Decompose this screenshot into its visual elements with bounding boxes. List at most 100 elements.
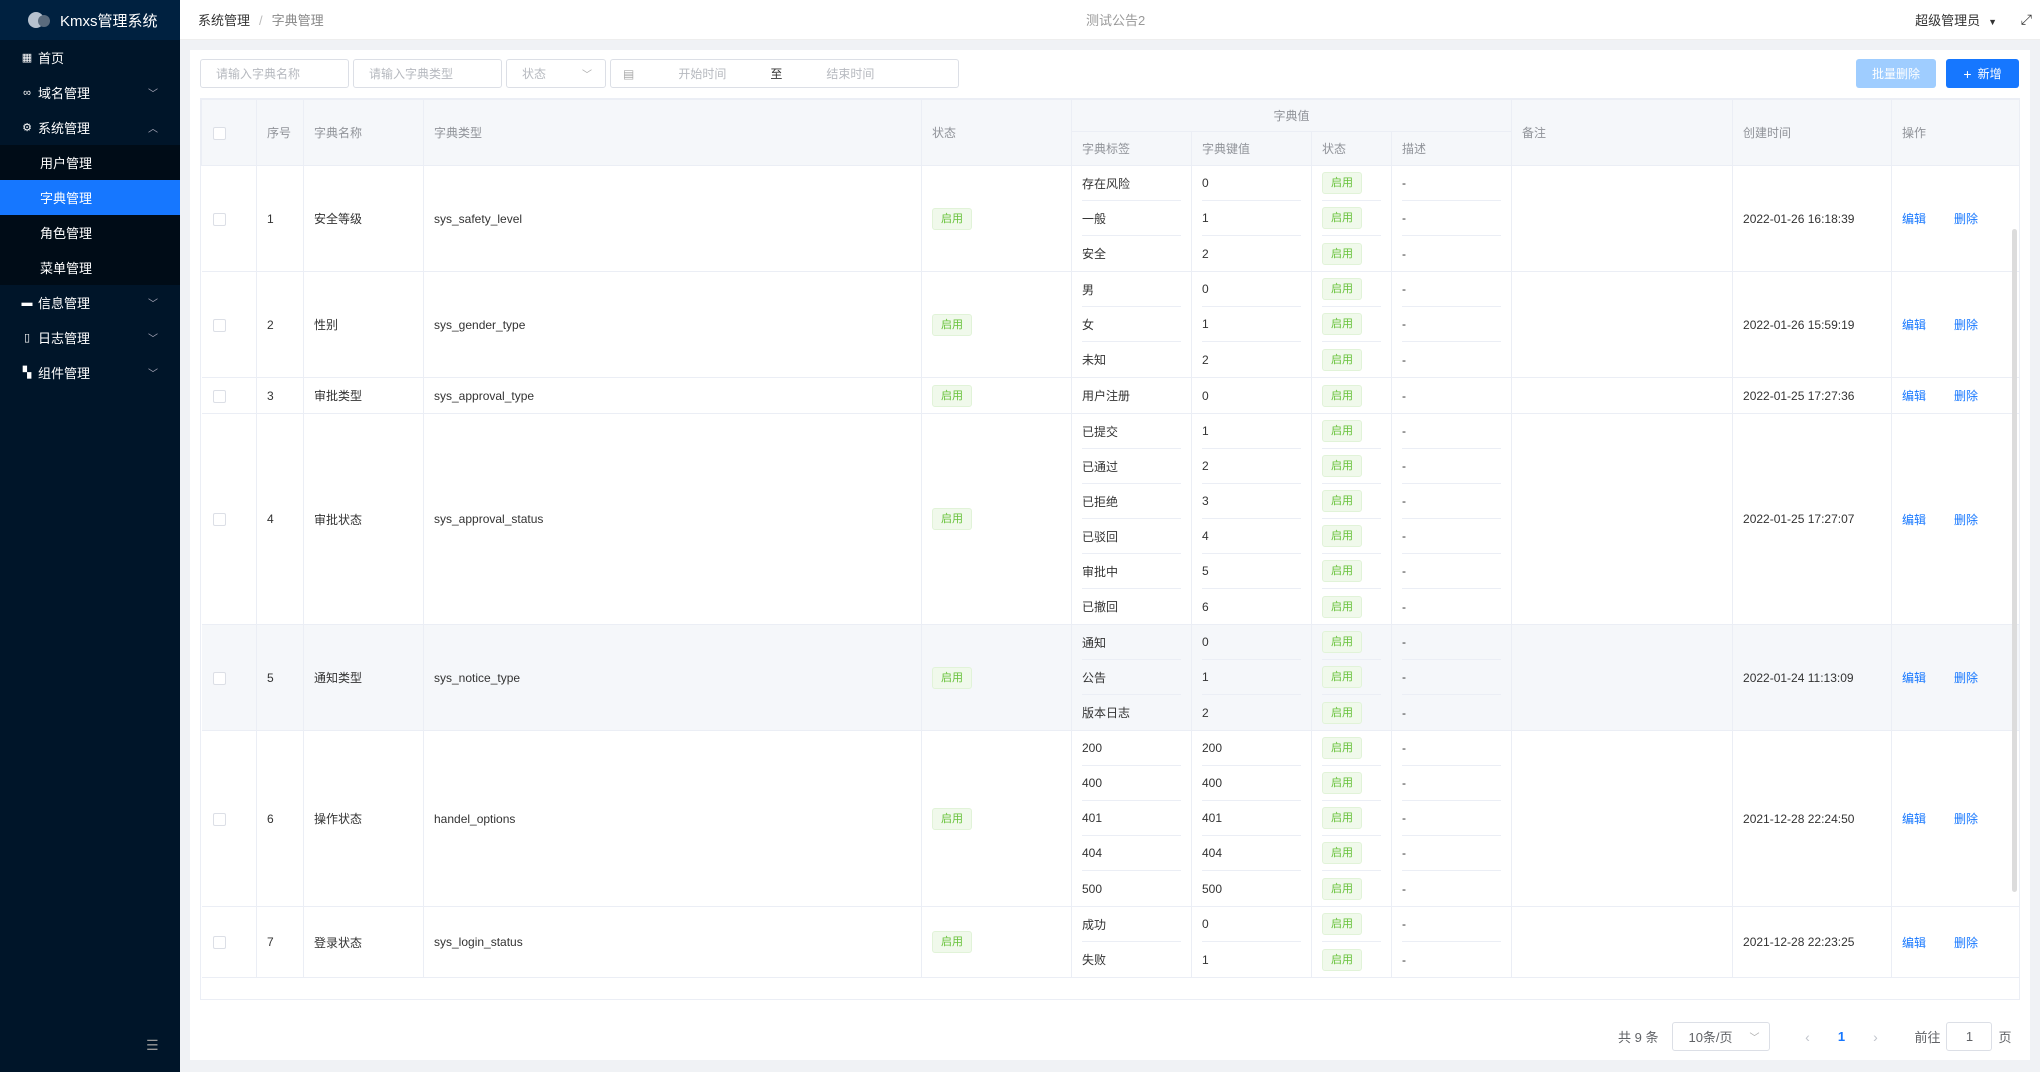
main-card: 请输入字典名称 请输入字典类型 状态 ﹀ ▤ 开始时间 至 结束时间 批量删除 +… [190, 50, 2030, 1060]
sub-list: 启用 启用 启用 [1322, 625, 1391, 730]
edit-button[interactable]: 编辑 [1902, 812, 1926, 826]
sub-desc: - [1402, 176, 1406, 190]
dict-name-input[interactable]: 请输入字典名称 [200, 59, 349, 88]
edit-button[interactable]: 编辑 [1902, 318, 1926, 332]
row-checkbox[interactable] [212, 318, 226, 332]
sub-desc: - [1402, 881, 1406, 896]
logo[interactable]: Kmxs管理系统 [0, 0, 180, 40]
cell-type: handel_options [423, 730, 922, 907]
cell-sub-key: 0 1 2 [1191, 271, 1312, 378]
delete-button[interactable]: 删除 [1954, 513, 1978, 527]
edit-button[interactable]: 编辑 [1902, 513, 1926, 527]
sub-row: 安全 [1082, 236, 1181, 271]
row-checkbox[interactable] [212, 212, 226, 226]
sub-row: 2 [1202, 342, 1301, 377]
date-range-picker[interactable]: ▤ 开始时间 至 结束时间 [610, 59, 959, 88]
table-scrollbar[interactable] [2012, 229, 2017, 892]
status-badge: 启用 [1322, 490, 1362, 512]
sub-row: - [1402, 414, 1502, 449]
cell-ops: 编辑 删除 [1891, 624, 2019, 731]
sidebar-item-components[interactable]: ▚ 组件管理 ﹀ [0, 355, 180, 390]
sidebar-item-home[interactable]: ▦ 首页 [0, 40, 180, 75]
sub-desc: - [1402, 705, 1406, 720]
row-checkbox[interactable] [212, 671, 226, 685]
delete-button[interactable]: 删除 [1954, 671, 1978, 685]
sub-row: - [1402, 554, 1502, 589]
sub-row: 404 [1202, 836, 1301, 871]
breadcrumb-item[interactable]: 系统管理 [198, 13, 250, 28]
add-button[interactable]: + 新增 [1946, 59, 2019, 88]
delete-button[interactable]: 删除 [1954, 318, 1978, 332]
next-page-icon[interactable]: › [1860, 1029, 1890, 1045]
edit-button[interactable]: 编辑 [1902, 212, 1926, 226]
cell-ops: 编辑 删除 [1891, 730, 2019, 907]
sub-list: 200 400 401 404 500 [1202, 731, 1311, 906]
delete-button[interactable]: 删除 [1954, 212, 1978, 226]
cell-remark [1511, 377, 1734, 414]
delete-button[interactable]: 删除 [1954, 812, 1978, 826]
sub-row: - [1402, 589, 1501, 624]
sidebar-item-label: 日志管理 [38, 331, 91, 346]
col-index: 序号 [256, 99, 304, 166]
col-desc: 描述 [1390, 131, 1513, 166]
dict-type-input[interactable]: 请输入字典类型 [353, 59, 502, 88]
sidebar-item-domain[interactable]: ∞ 域名管理 ﹀ [0, 75, 180, 110]
sub-desc: - [1402, 846, 1406, 860]
sub-row: 启用 [1322, 272, 1381, 307]
goto-page-input[interactable]: 1 [1946, 1022, 1993, 1051]
sidebar-item-roles[interactable]: 角色管理 [0, 215, 180, 250]
sidebar-item-menus[interactable]: 菜单管理 [0, 250, 180, 285]
status-badge: 启用 [1322, 560, 1362, 582]
chevron-down-icon: ﹀ [582, 70, 592, 81]
col-created: 创建时间 [1732, 99, 1893, 166]
prev-page-icon[interactable]: ‹ [1792, 1029, 1822, 1045]
page-number[interactable]: 1 [1822, 1029, 1860, 1044]
sub-label: 已提交 [1082, 424, 1119, 439]
sub-label: 一般 [1082, 211, 1107, 226]
edit-button[interactable]: 编辑 [1902, 936, 1926, 950]
sidebar-item-label: 首页 [38, 51, 65, 66]
collapse-sidebar-icon[interactable]: ☰ [146, 1037, 159, 1054]
cell-ops: 编辑 删除 [1891, 271, 2019, 378]
edit-button[interactable]: 编辑 [1902, 389, 1926, 403]
notice-text[interactable]: 测试公告2 [1086, 10, 1145, 29]
sub-label: 男 [1082, 282, 1095, 297]
sidebar-item-dictionary[interactable]: 字典管理 [0, 180, 180, 215]
page-size-select[interactable]: 10条/页 ﹀ [1672, 1022, 1771, 1051]
start-date-input[interactable]: 开始时间 [678, 65, 726, 82]
select-all-checkbox[interactable] [213, 126, 226, 140]
end-date-input[interactable]: 结束时间 [826, 65, 874, 82]
cell-index: 1 [256, 165, 304, 272]
row-checkbox[interactable] [212, 812, 226, 826]
sub-key: 6 [1202, 599, 1209, 614]
delete-button[interactable]: 删除 [1954, 389, 1978, 403]
sub-desc: - [1402, 741, 1406, 755]
edit-button[interactable]: 编辑 [1902, 671, 1926, 685]
sidebar-item-users[interactable]: 用户管理 [0, 145, 180, 180]
cell-sub-label: 用户注册 [1071, 377, 1192, 414]
delete-button[interactable]: 删除 [1954, 936, 1978, 950]
row-checkbox[interactable] [212, 389, 226, 403]
sub-row: 404 [1082, 836, 1181, 871]
sub-row: - [1402, 836, 1502, 871]
cell-remark [1511, 271, 1734, 378]
sub-row: - [1402, 272, 1502, 307]
sub-key: 2 [1202, 705, 1209, 720]
cell-index: 6 [256, 730, 304, 907]
row-checkbox[interactable] [212, 936, 226, 950]
sub-row: 1 [1202, 307, 1301, 342]
fullscreen-icon[interactable]: ⤢ [2021, 11, 2032, 28]
status-badge: 启用 [932, 931, 972, 953]
sidebar-item-logs[interactable]: ▯ 日志管理 ﹀ [0, 320, 180, 355]
sidebar-item-system[interactable]: ⚙ 系统管理 ︿ [0, 110, 180, 145]
sidebar-item-info[interactable]: ▬ 信息管理 ﹀ [0, 285, 180, 320]
row-checkbox[interactable] [212, 513, 226, 527]
cell-ops: 编辑 删除 [1891, 377, 2019, 414]
sub-row: 1 [1202, 942, 1301, 977]
sub-row: - [1402, 449, 1502, 484]
sub-row: 已驳回 [1082, 519, 1181, 554]
sub-list: 存在风险 一般 安全 [1082, 166, 1191, 271]
batch-delete-button[interactable]: 批量删除 [1856, 59, 1936, 88]
status-select[interactable]: 状态 ﹀ [506, 59, 606, 88]
user-dropdown[interactable]: 超级管理员 ▼ [1915, 10, 1997, 29]
